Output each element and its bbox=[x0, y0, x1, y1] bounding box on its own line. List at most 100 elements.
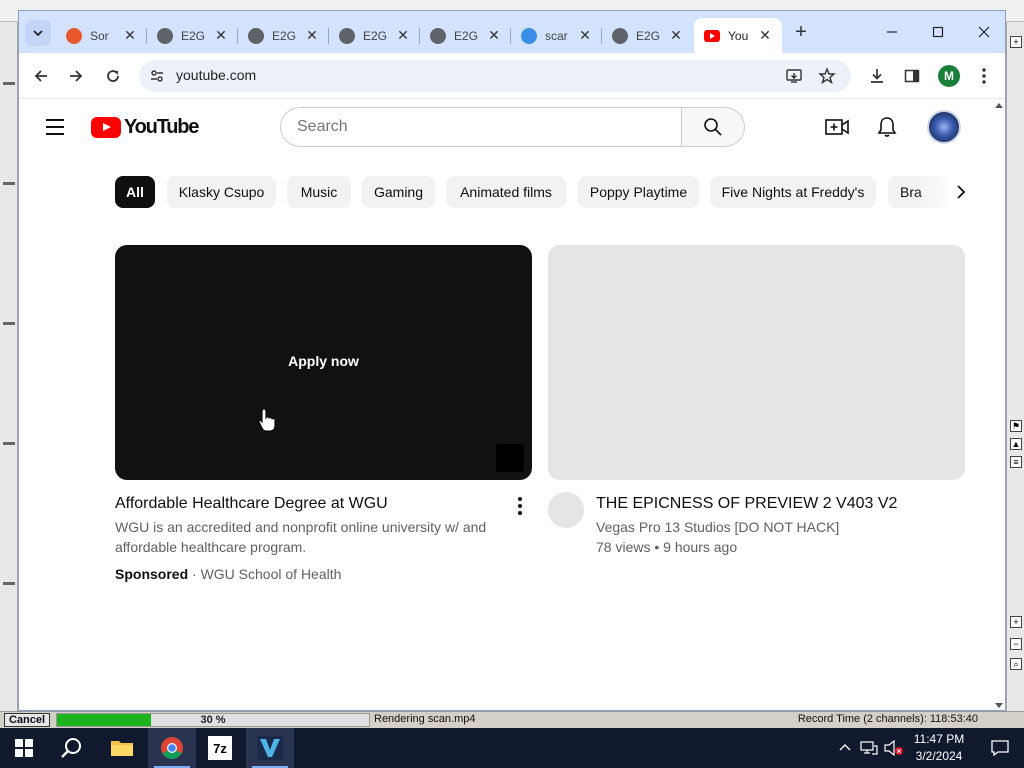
vegas-pro-icon bbox=[257, 736, 283, 760]
vegas-tool[interactable] bbox=[3, 582, 15, 585]
chrome-taskbar-button[interactable] bbox=[148, 728, 196, 768]
close-tab-icon[interactable]: ✕ bbox=[396, 28, 410, 42]
youtube-logo[interactable]: YouTube bbox=[91, 115, 199, 139]
search-button[interactable] bbox=[681, 107, 745, 147]
bell-icon bbox=[877, 117, 897, 137]
chips-next-button[interactable] bbox=[947, 178, 975, 206]
close-tab-icon[interactable]: ✕ bbox=[487, 28, 501, 42]
ad-thumbnail[interactable]: Apply now bbox=[115, 245, 532, 480]
video-title[interactable]: THE EPICNESS OF PREVIEW 2 V403 V2 bbox=[596, 495, 897, 513]
ad-title[interactable]: Affordable Healthcare Degree at WGU bbox=[115, 495, 388, 513]
close-tab-icon[interactable]: ✕ bbox=[123, 28, 137, 42]
seven-zip-button[interactable]: 7z bbox=[196, 728, 244, 768]
apply-now-label[interactable]: Apply now bbox=[115, 353, 532, 369]
tab-3[interactable]: E2G ✕ bbox=[329, 18, 420, 53]
scroll-up-icon[interactable]: ▲ bbox=[1010, 438, 1022, 450]
page-scrollbar[interactable] bbox=[993, 99, 1005, 710]
tab-1[interactable]: E2G ✕ bbox=[147, 18, 238, 53]
zoom-icon[interactable]: ⌕ bbox=[1010, 658, 1022, 670]
chrome-menu-button[interactable] bbox=[970, 62, 998, 90]
hamburger-menu-icon[interactable] bbox=[43, 115, 67, 139]
tab-search-button[interactable] bbox=[25, 20, 51, 46]
vegas-tool[interactable] bbox=[3, 82, 15, 85]
youtube-page: YouTube All Klasky Csupo Music Gaming An… bbox=[19, 99, 1005, 710]
ad-info-icon[interactable] bbox=[496, 444, 524, 472]
youtube-logo-text: YouTube bbox=[124, 115, 199, 138]
taskbar-search-button[interactable] bbox=[48, 728, 96, 768]
chrome-window: Sor ✕ E2G ✕ E2G ✕ E2G ✕ E2G ✕ scar ✕ E2G… bbox=[18, 10, 1006, 711]
notification-center-button[interactable] bbox=[976, 728, 1024, 768]
tab-6[interactable]: E2G ✕ bbox=[602, 18, 693, 53]
vegas-tool[interactable]: ≡ bbox=[1010, 456, 1022, 468]
back-button[interactable] bbox=[27, 62, 55, 90]
reload-button[interactable] bbox=[99, 62, 127, 90]
close-tab-icon[interactable]: ✕ bbox=[578, 28, 592, 42]
tab-4[interactable]: E2G ✕ bbox=[420, 18, 511, 53]
zoom-in-icon[interactable]: + bbox=[1010, 616, 1022, 628]
chip-poppy-playtime[interactable]: Poppy Playtime bbox=[578, 176, 699, 208]
taskbar-clock[interactable]: 11:47 PM 3/2/2024 bbox=[904, 731, 974, 765]
scroll-down-icon[interactable] bbox=[995, 703, 1003, 708]
tab-7-active[interactable]: You ✕ bbox=[694, 18, 782, 53]
vegas-pro-taskbar-button[interactable] bbox=[246, 728, 294, 768]
chip-gaming[interactable]: Gaming bbox=[362, 176, 435, 208]
ad-card[interactable]: Apply now bbox=[115, 245, 532, 480]
chip-all[interactable]: All bbox=[115, 176, 155, 208]
close-tab-icon[interactable]: ✕ bbox=[758, 28, 772, 42]
bookmark-star-icon[interactable] bbox=[818, 67, 836, 85]
notification-icon bbox=[991, 740, 1009, 756]
account-avatar[interactable] bbox=[927, 110, 961, 144]
channel-name[interactable]: Vegas Pro 13 Studios [DO NOT HACK] bbox=[596, 517, 839, 537]
maximize-button[interactable] bbox=[915, 19, 961, 45]
address-bar[interactable]: youtube.com bbox=[139, 60, 851, 92]
more-vertical-icon bbox=[982, 68, 986, 84]
profile-button[interactable]: M bbox=[935, 62, 963, 90]
site-info-icon[interactable] bbox=[149, 68, 165, 84]
marker-icon[interactable]: ⚑ bbox=[1010, 420, 1022, 432]
chip-five-nights[interactable]: Five Nights at Freddy's bbox=[710, 176, 876, 208]
close-tab-icon[interactable]: ✕ bbox=[669, 28, 683, 42]
side-panel-button[interactable] bbox=[898, 62, 926, 90]
tab-0[interactable]: Sor ✕ bbox=[56, 18, 147, 53]
notifications-button[interactable] bbox=[875, 115, 899, 139]
clock-date: 3/2/2024 bbox=[915, 749, 963, 763]
hand-cursor-icon bbox=[258, 408, 276, 432]
globe-icon bbox=[248, 27, 264, 44]
scroll-up-icon[interactable] bbox=[995, 103, 1003, 108]
more-vertical-icon[interactable] bbox=[510, 494, 530, 518]
video-card[interactable] bbox=[548, 245, 965, 480]
vegas-tool[interactable] bbox=[3, 442, 15, 445]
vegas-tool[interactable] bbox=[3, 182, 15, 185]
search-icon bbox=[704, 118, 722, 136]
render-status-text: Rendering scan.mp4 bbox=[374, 713, 476, 725]
close-tab-icon[interactable]: ✕ bbox=[305, 28, 319, 42]
advertiser-name[interactable]: WGU School of Health bbox=[201, 566, 342, 582]
file-explorer-button[interactable] bbox=[98, 728, 146, 768]
volume-muted-icon[interactable] bbox=[884, 740, 904, 756]
chevron-up-icon[interactable] bbox=[838, 741, 852, 755]
minimize-button[interactable] bbox=[869, 19, 915, 45]
zoom-out-icon[interactable]: − bbox=[1010, 638, 1022, 650]
video-thumbnail[interactable] bbox=[548, 245, 965, 480]
tab-5[interactable]: scar ✕ bbox=[511, 18, 602, 53]
forward-button[interactable] bbox=[62, 62, 90, 90]
channel-avatar[interactable] bbox=[548, 492, 584, 528]
chip-klasky-csupo[interactable]: Klasky Csupo bbox=[167, 176, 276, 208]
install-app-icon[interactable] bbox=[785, 67, 803, 85]
vegas-left-panel bbox=[0, 22, 18, 712]
vegas-tool[interactable]: + bbox=[1010, 36, 1022, 48]
close-window-button[interactable] bbox=[961, 19, 1005, 45]
chip-music[interactable]: Music bbox=[287, 176, 351, 208]
new-tab-button[interactable]: + bbox=[791, 22, 811, 43]
vegas-tool[interactable] bbox=[3, 322, 15, 325]
close-tab-icon[interactable]: ✕ bbox=[214, 28, 228, 42]
network-icon[interactable] bbox=[860, 740, 878, 756]
chip-animated-films[interactable]: Animated films bbox=[446, 176, 566, 208]
downloads-button[interactable] bbox=[863, 62, 891, 90]
start-button[interactable] bbox=[0, 728, 48, 768]
tab-2[interactable]: E2G ✕ bbox=[238, 18, 329, 53]
create-button[interactable] bbox=[825, 115, 849, 139]
render-cancel-button[interactable]: Cancel bbox=[4, 713, 50, 727]
chrome-icon bbox=[161, 737, 183, 759]
search-input[interactable] bbox=[297, 118, 657, 136]
